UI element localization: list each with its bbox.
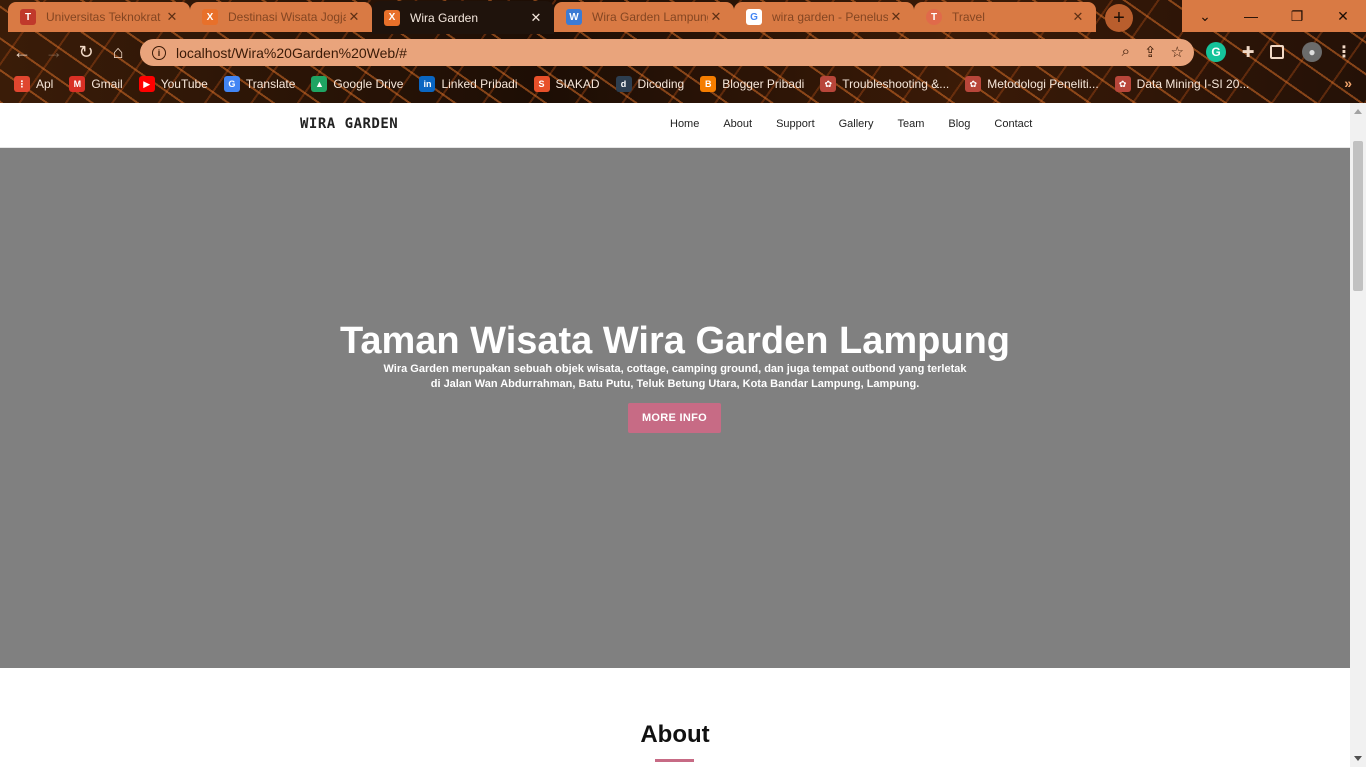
share-icon[interactable]: ⇪ (1144, 43, 1157, 61)
blogger-icon: B (700, 76, 717, 92)
minimize-button[interactable]: — (1228, 0, 1274, 32)
profile-avatar[interactable]: ● (1302, 42, 1322, 62)
teknokrat-icon: T (20, 9, 36, 25)
close-window-button[interactable]: ✕ (1320, 0, 1366, 32)
browser-chrome: T Universitas Teknokrat ✕ X Destinasi Wi… (0, 0, 1366, 103)
hero-title: Taman Wisata Wira Garden Lampung (339, 320, 1011, 362)
url-text: localhost/Wira%20Garden%20Web/# (176, 44, 407, 61)
google-icon: G (746, 9, 762, 25)
tab-google-search[interactable]: G wira garden - Penelusuran ✕ (734, 2, 914, 32)
site-brand-logo[interactable]: WIRA GARDEN (300, 116, 398, 132)
dicoding-icon: d (615, 76, 632, 92)
hero-section: Taman Wisata Wira Garden Lampung Wira Ga… (0, 148, 1350, 668)
tab-wira-garden[interactable]: X Wira Garden ✕ (372, 1, 554, 34)
bookmark-troubleshooting[interactable]: ✿ Troubleshooting &... (820, 76, 949, 92)
teknokrat-seal-icon: ✿ (965, 76, 982, 92)
bookmark-gmail[interactable]: M Gmail (69, 76, 123, 92)
apps-grid-icon: ⋮ (14, 76, 30, 92)
zoom-icon[interactable]: ⌕ (1122, 43, 1130, 61)
close-icon[interactable]: ✕ (708, 9, 724, 25)
side-panel-icon[interactable] (1270, 45, 1284, 59)
more-info-button[interactable]: MORE INFO (628, 403, 721, 433)
close-icon[interactable]: ✕ (888, 9, 904, 25)
new-tab-button[interactable]: + (1105, 4, 1133, 32)
translate-icon: G (223, 76, 240, 92)
tab-destinasi-wisata-jogja[interactable]: X Destinasi Wisata Jogja ✕ (190, 2, 372, 32)
tab-travel[interactable]: T Travel ✕ (914, 2, 1096, 32)
close-icon[interactable]: ✕ (346, 9, 362, 25)
nav-home[interactable]: Home (670, 118, 699, 130)
youtube-icon: ▶ (138, 76, 155, 92)
omnibox-actions: ⌕ ⇪ ☆ (1122, 43, 1184, 61)
site-navbar: WIRA GARDEN Home About Support Gallery T… (0, 103, 1350, 148)
travel-icon: T (926, 9, 942, 25)
close-icon[interactable]: ✕ (164, 9, 180, 25)
bookmark-star-icon[interactable]: ☆ (1171, 43, 1184, 61)
siakad-icon: S (533, 76, 550, 92)
xampp-icon: X (202, 9, 218, 25)
gmail-icon: M (69, 76, 86, 92)
hero-description-line-2: di Jalan Wan Abdurrahman, Batu Putu, Tel… (430, 378, 920, 390)
address-bar[interactable]: i localhost/Wira%20Garden%20Web/# ⌕ ⇪ ☆ (140, 39, 1194, 66)
about-heading-underline (655, 759, 694, 762)
bookmark-data-mining[interactable]: ✿ Data Mining I-SI 20... (1114, 76, 1249, 92)
teknokrat-seal-icon: ✿ (1114, 76, 1131, 92)
nav-gallery[interactable]: Gallery (839, 118, 874, 130)
bookmark-linked-pribadi[interactable]: in Linked Pribadi (419, 76, 518, 92)
forward-arrow-icon[interactable]: → (42, 40, 66, 64)
browser-toolbar: ← → ↻ ⌂ i localhost/Wira%20Garden%20Web/… (0, 34, 1366, 70)
back-arrow-icon[interactable]: ← (10, 40, 34, 64)
nav-contact[interactable]: Contact (994, 118, 1032, 130)
nav-team[interactable]: Team (897, 118, 924, 130)
bookmark-apl[interactable]: ⋮ Apl (14, 76, 53, 92)
close-icon[interactable]: ✕ (528, 10, 544, 26)
nav-blog[interactable]: Blog (948, 118, 970, 130)
bookmark-dicoding[interactable]: d Dicoding (615, 76, 684, 92)
hero-description-line-1: Wira Garden merupakan sebuah objek wisat… (383, 363, 967, 375)
restore-button[interactable]: ❐ (1274, 0, 1320, 32)
grammarly-icon[interactable]: G (1206, 42, 1226, 62)
shield-icon: W (566, 9, 582, 25)
tab-strip: T Universitas Teknokrat ✕ X Destinasi Wi… (0, 0, 1366, 34)
page-scrollbar[interactable] (1350, 103, 1366, 767)
menu-kebab-icon[interactable]: ⋮ (1334, 42, 1354, 62)
hero-description: Wira Garden merupakan sebuah objek wisat… (375, 362, 975, 392)
tab-universitas-teknokrat[interactable]: T Universitas Teknokrat ✕ (8, 2, 190, 32)
site-info-icon[interactable]: i (152, 45, 166, 60)
scroll-down-arrow-icon[interactable] (1354, 756, 1362, 761)
tab-wira-garden-lampung[interactable]: W Wira Garden Lampung ✕ (554, 2, 734, 32)
home-icon[interactable]: ⌂ (106, 40, 130, 64)
bookmark-blogger-pribadi[interactable]: B Blogger Pribadi (700, 76, 804, 92)
site-menu: Home About Support Gallery Team Blog Con… (670, 118, 1056, 130)
page-viewport: WIRA GARDEN Home About Support Gallery T… (0, 103, 1350, 767)
bookmark-google-drive[interactable]: ▲ Google Drive (311, 76, 403, 92)
scrollbar-thumb[interactable] (1353, 141, 1363, 291)
google-drive-icon: ▲ (311, 76, 328, 92)
bookmark-translate[interactable]: G Translate (223, 76, 295, 92)
linkedin-icon: in (419, 76, 436, 92)
reload-icon[interactable]: ↻ (74, 40, 98, 64)
extensions-puzzle-icon[interactable]: ✚ (1238, 42, 1258, 62)
teknokrat-seal-icon: ✿ (820, 76, 837, 92)
bookmark-youtube[interactable]: ▶ YouTube (138, 76, 208, 92)
scroll-up-arrow-icon[interactable] (1354, 109, 1362, 114)
bookmarks-overflow-chevron-icon[interactable]: » (1344, 75, 1352, 91)
bookmark-metodologi-penelitian[interactable]: ✿ Metodologi Peneliti... (965, 76, 1099, 92)
close-icon[interactable]: ✕ (1070, 9, 1086, 25)
xampp-icon: X (384, 9, 400, 26)
nav-support[interactable]: Support (776, 118, 815, 130)
tab-search-chevron-icon[interactable]: ⌄ (1182, 0, 1228, 32)
nav-about[interactable]: About (723, 118, 752, 130)
bookmark-siakad[interactable]: S SIAKAD (533, 76, 600, 92)
bookmarks-bar: ⋮ Apl M Gmail ▶ YouTube G Translate ▲ Google … (0, 72, 1366, 96)
about-heading: About (640, 721, 710, 748)
